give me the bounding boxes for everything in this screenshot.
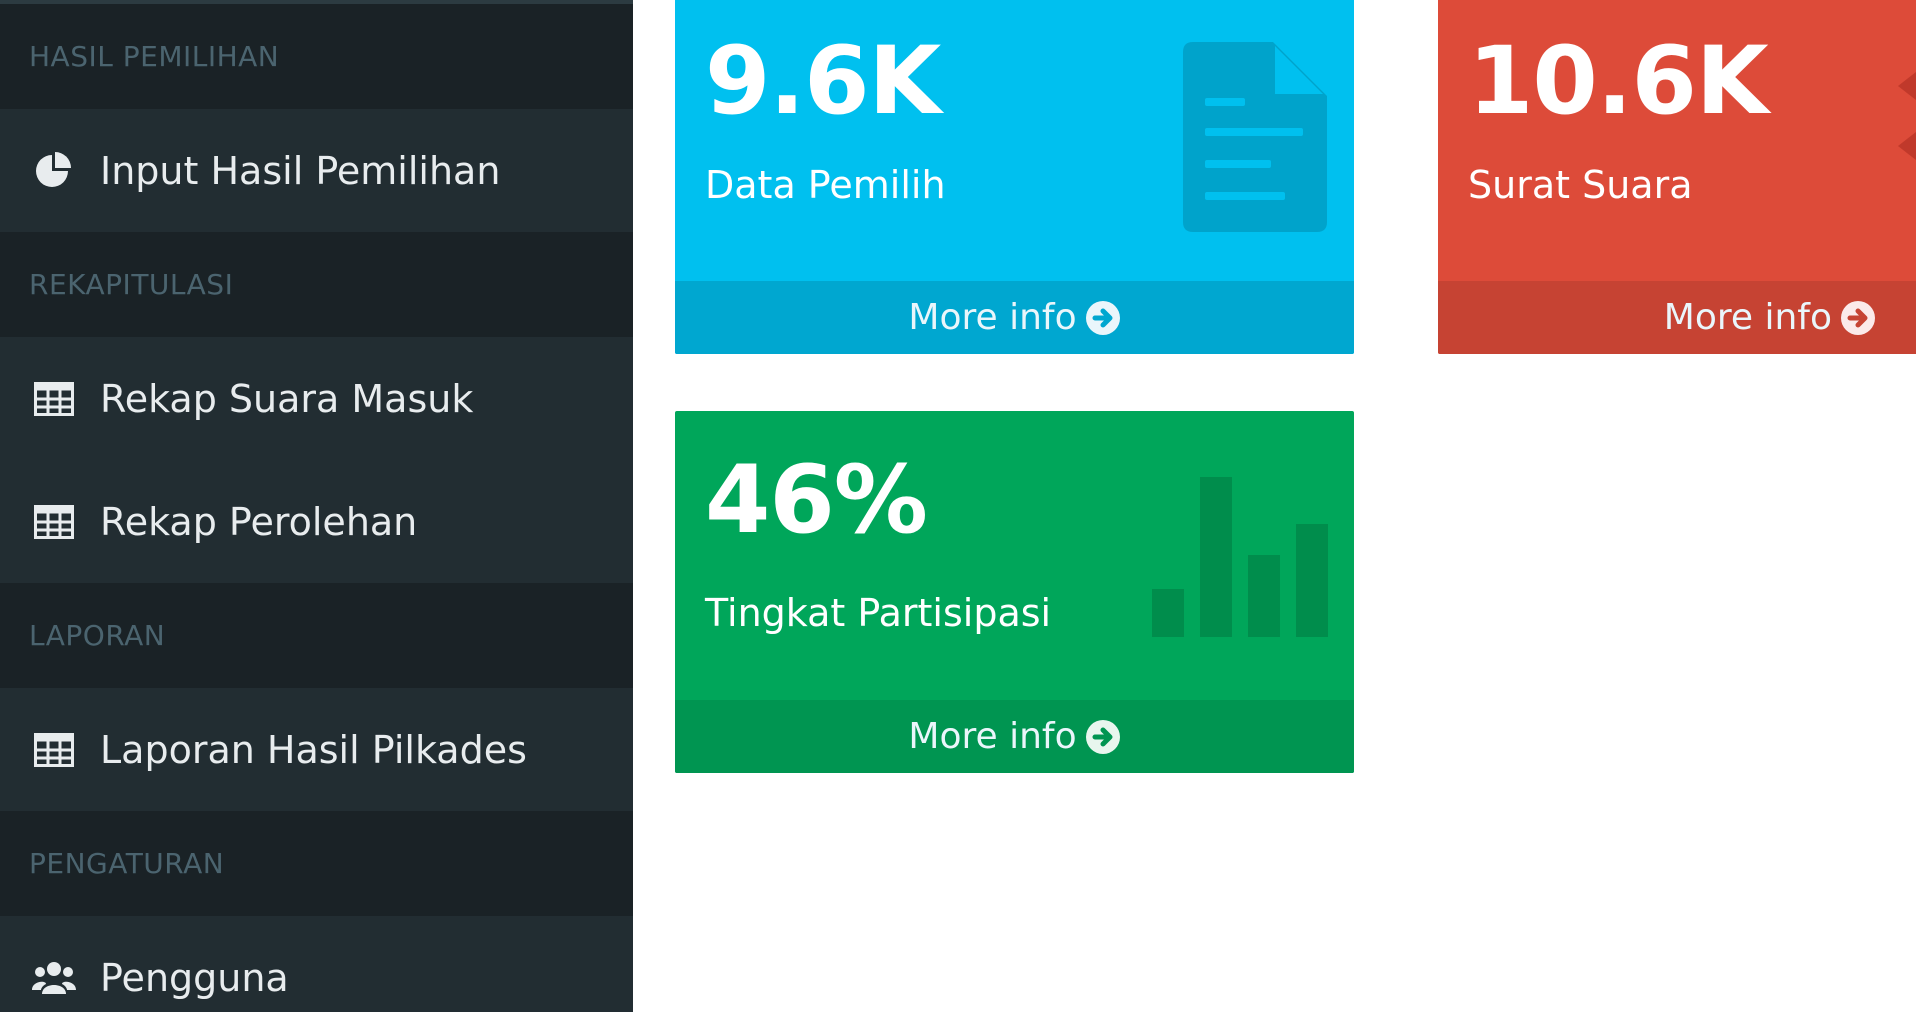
info-box-data-pemilih: 9.6K Data Pemilih More info <box>675 0 1354 354</box>
sidebar-item-input-hasil-pemilihan[interactable]: Input Hasil Pemilihan <box>0 109 633 232</box>
more-info-label: More info <box>908 716 1077 757</box>
box-value: 9.6K <box>705 27 941 136</box>
bar-chart-icon <box>1152 477 1328 641</box>
sidebar-item-pengguna[interactable]: Pengguna <box>0 916 633 1012</box>
more-info-label: More info <box>1663 297 1832 338</box>
sidebar-item-label: Rekap Perolehan <box>100 499 418 544</box>
sidebar-item-label: Pengguna <box>100 955 289 1000</box>
sidebar-header-label: REKAPITULASI <box>29 268 234 301</box>
pie-chart-icon <box>32 149 76 193</box>
sidebar-item-label: Laporan Hasil Pilkades <box>100 727 527 772</box>
sidebar-item-laporan-hasil-pilkades[interactable]: Laporan Hasil Pilkades <box>0 688 633 811</box>
sidebar-header-pengaturan: PENGATURAN <box>0 811 633 916</box>
sidebar-item-rekap-suara-masuk[interactable]: Rekap Suara Masuk <box>0 337 633 460</box>
more-info-link[interactable]: More info <box>675 281 1354 354</box>
arrow-circle-right-icon <box>1085 300 1121 336</box>
document-icon <box>1183 42 1327 236</box>
users-icon <box>32 956 76 1000</box>
box-value: 10.6K <box>1468 27 1769 136</box>
box-label: Surat Suara <box>1468 163 1693 207</box>
table-icon <box>32 728 76 772</box>
box-value: 46% <box>705 446 928 555</box>
table-icon <box>32 377 76 421</box>
sidebar-header-laporan: LAPORAN <box>0 583 633 688</box>
sidebar-item-label: Input Hasil Pemilihan <box>100 148 501 193</box>
sidebar-header-label: HASIL PEMILIHAN <box>29 40 280 73</box>
sidebar-header-hasil-pemilihan: HASIL PEMILIHAN <box>0 0 633 109</box>
arrow-circle-right-icon <box>1840 300 1876 336</box>
sidebar-item-rekap-perolehan[interactable]: Rekap Perolehan <box>0 460 633 583</box>
sidebar-item-label: Rekap Suara Masuk <box>100 376 474 421</box>
box-label: Tingkat Partisipasi <box>705 591 1052 635</box>
box-label: Data Pemilih <box>705 163 946 207</box>
envelope-icon <box>1898 62 1916 196</box>
sidebar: HASIL PEMILIHAN Input Hasil Pemilihan RE… <box>0 0 633 1012</box>
info-box-surat-suara: 10.6K Surat Suara More info <box>1438 0 1916 354</box>
arrow-circle-right-icon <box>1085 719 1121 755</box>
table-icon <box>32 500 76 544</box>
more-info-link[interactable]: More info <box>675 700 1354 773</box>
info-box-tingkat-partisipasi: 46% Tingkat Partisipasi More info <box>675 411 1354 773</box>
main-content: 9.6K Data Pemilih More info 10.6K Surat … <box>633 0 1916 1012</box>
more-info-link[interactable]: More info <box>1438 281 1916 354</box>
sidebar-header-label: PENGATURAN <box>29 847 225 880</box>
sidebar-header-label: LAPORAN <box>29 619 166 652</box>
more-info-label: More info <box>908 297 1077 338</box>
sidebar-header-rekapitulasi: REKAPITULASI <box>0 232 633 337</box>
